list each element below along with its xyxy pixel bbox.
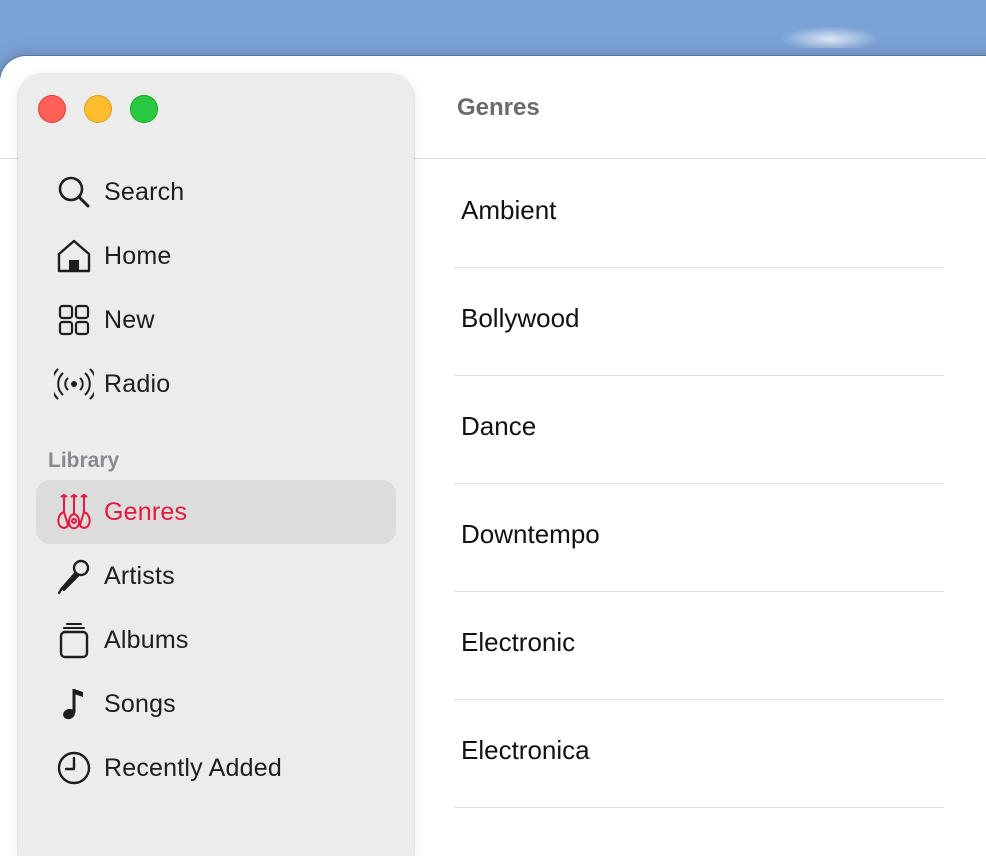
sidebar-item-artists[interactable]: Artists xyxy=(36,544,396,608)
sidebar-item-recently-added[interactable]: Recently Added xyxy=(36,736,396,800)
sidebar-item-label: Radio xyxy=(104,369,171,398)
genre-row-electronica[interactable]: Electronica xyxy=(454,700,944,808)
genre-label: Electronic xyxy=(461,627,576,657)
sidebar-item-label: New xyxy=(104,305,155,334)
desktop-cloud xyxy=(780,26,880,48)
genre-row-dance[interactable]: Dance xyxy=(454,376,944,484)
sidebar-item-genres[interactable]: Genres xyxy=(36,480,396,544)
sidebar-item-label: Songs xyxy=(104,689,176,718)
genre-row-downtempo[interactable]: Downtempo xyxy=(454,484,944,592)
genre-label: Electronica xyxy=(461,735,590,765)
sidebar-item-search[interactable]: Search xyxy=(36,160,396,224)
page-title: Genres xyxy=(457,94,540,121)
genre-label: Ambient xyxy=(461,195,557,225)
sidebar-item-albums[interactable]: Albums xyxy=(36,608,396,672)
album-stack-icon xyxy=(54,620,94,660)
home-icon xyxy=(54,236,94,276)
genre-row-electronic[interactable]: Electronic xyxy=(454,592,944,700)
library-section-header: Library xyxy=(48,449,120,472)
genre-label: Dance xyxy=(461,411,537,441)
radio-broadcast-icon xyxy=(54,364,94,404)
sidebar-item-label: Home xyxy=(104,241,172,270)
sidebar-item-label: Recently Added xyxy=(104,753,282,782)
sidebar-item-label: Albums xyxy=(104,625,189,654)
sidebar-item-radio[interactable]: Radio xyxy=(36,352,396,416)
sidebar-item-songs[interactable]: Songs xyxy=(36,672,396,736)
grid-icon xyxy=(54,300,94,340)
search-icon xyxy=(54,172,94,212)
guitars-icon xyxy=(54,492,94,532)
clock-icon xyxy=(54,748,94,788)
minimize-window-button[interactable] xyxy=(84,95,112,123)
close-window-button[interactable] xyxy=(38,95,66,123)
genre-label: Downtempo xyxy=(461,519,600,549)
music-note-icon xyxy=(54,684,94,724)
genre-list: Ambient Bollywood Dance Downtempo Electr… xyxy=(454,160,944,808)
genre-label: Bollywood xyxy=(461,303,580,333)
sidebar-item-new[interactable]: New xyxy=(36,288,396,352)
sidebar-item-label: Genres xyxy=(104,497,188,526)
sidebar-item-home[interactable]: Home xyxy=(36,224,396,288)
microphone-icon xyxy=(54,556,94,596)
sidebar-item-label: Search xyxy=(104,177,185,206)
sidebar-item-label: Artists xyxy=(104,561,175,590)
maximize-window-button[interactable] xyxy=(130,95,158,123)
sidebar: Search Home New Radio Library Genres Art… xyxy=(18,74,414,856)
music-app-window: Search Home New Radio Library Genres Art… xyxy=(0,56,986,856)
genre-row-bollywood[interactable]: Bollywood xyxy=(454,268,944,376)
genre-row-ambient[interactable]: Ambient xyxy=(454,160,944,268)
